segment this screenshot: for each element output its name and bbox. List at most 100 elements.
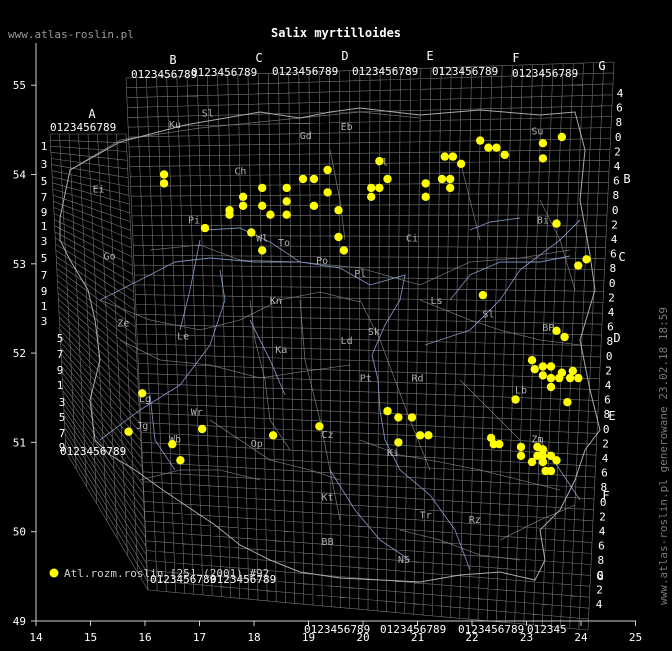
grid-digits: 0123456789: [352, 65, 418, 78]
occurrence-point[interactable]: [176, 456, 185, 465]
occurrence-point[interactable]: [339, 246, 349, 255]
occurrence-point[interactable]: [138, 389, 147, 398]
occurrence-point[interactable]: [198, 424, 207, 434]
occurrence-point[interactable]: [511, 395, 520, 404]
occurrence-point[interactable]: [367, 183, 376, 193]
occurrence-point[interactable]: [124, 427, 133, 436]
occurrence-point[interactable]: [200, 223, 210, 233]
occurrence-point[interactable]: [168, 440, 177, 449]
occurrence-point[interactable]: [516, 451, 526, 460]
grid-digit: 4: [617, 87, 624, 100]
occurrence-point[interactable]: [495, 440, 504, 449]
occurrence-point[interactable]: [407, 413, 417, 422]
occurrence-point[interactable]: [546, 466, 556, 476]
occurrence-point[interactable]: [383, 406, 392, 416]
region-label: Sl: [482, 309, 494, 320]
occurrence-point[interactable]: [546, 362, 556, 371]
occurrence-point[interactable]: [568, 366, 577, 376]
occurrence-point[interactable]: [375, 156, 384, 166]
occurrence-point[interactable]: [538, 362, 548, 371]
occurrence-point[interactable]: [323, 165, 332, 175]
occurrence-point[interactable]: [315, 422, 324, 431]
y-tick-label: 55: [13, 79, 26, 92]
occurrence-point[interactable]: [323, 188, 332, 197]
occurrence-point[interactable]: [552, 456, 561, 465]
occurrence-point[interactable]: [446, 174, 455, 184]
occurrence-point[interactable]: [258, 183, 267, 193]
occurrence-point[interactable]: [298, 174, 308, 184]
occurrence-point[interactable]: [225, 206, 234, 215]
occurrence-point[interactable]: [516, 442, 526, 452]
occurrence-point[interactable]: [238, 201, 248, 210]
occurrence-point[interactable]: [282, 210, 291, 219]
occurrence-point[interactable]: [282, 197, 291, 206]
occurrence-point[interactable]: [334, 232, 343, 242]
occurrence-point[interactable]: [538, 154, 548, 163]
occurrence-point[interactable]: [538, 451, 548, 460]
occurrence-point[interactable]: [500, 150, 509, 160]
legend-marker: [49, 568, 59, 578]
grid-digit: 9: [41, 285, 48, 298]
grid-digits: 0123456789: [50, 121, 116, 134]
region-label: Ci: [406, 233, 418, 244]
occurrence-point[interactable]: [394, 413, 403, 422]
occurrence-point[interactable]: [527, 356, 537, 365]
map-title: Salix myrtilloides: [271, 26, 401, 40]
occurrence-point[interactable]: [538, 139, 548, 148]
occurrence-point[interactable]: [484, 143, 493, 152]
occurrence-point[interactable]: [421, 192, 430, 201]
occurrence-point[interactable]: [560, 332, 569, 342]
occurrence-point[interactable]: [440, 152, 449, 161]
grid-digit: 0: [612, 204, 619, 217]
occurrence-point[interactable]: [448, 152, 458, 161]
occurrence-point[interactable]: [478, 290, 488, 300]
occurrence-point[interactable]: [159, 170, 169, 179]
occurrence-point[interactable]: [546, 373, 556, 383]
y-tick-label: 50: [13, 526, 26, 539]
site-url[interactable]: www.atlas-roslin.pl: [8, 28, 134, 41]
occurrence-point[interactable]: [437, 174, 447, 184]
occurrence-point[interactable]: [552, 219, 561, 228]
grid-digit: 3: [59, 396, 66, 409]
occurrence-point[interactable]: [416, 431, 425, 440]
occurrence-point[interactable]: [476, 136, 485, 145]
occurrence-point[interactable]: [238, 192, 248, 201]
x-tick-label: 19: [302, 631, 315, 644]
occurrence-point[interactable]: [309, 174, 319, 184]
occurrence-point[interactable]: [552, 326, 561, 335]
occurrence-point[interactable]: [421, 179, 430, 188]
occurrence-point[interactable]: [266, 210, 275, 219]
occurrence-point[interactable]: [394, 438, 403, 447]
occurrence-point[interactable]: [247, 228, 256, 237]
occurrence-point[interactable]: [258, 246, 267, 255]
occurrence-point[interactable]: [492, 143, 501, 152]
occurrence-point[interactable]: [424, 431, 433, 440]
occurrence-point[interactable]: [334, 206, 343, 215]
occurrence-point[interactable]: [557, 368, 567, 377]
occurrence-point[interactable]: [282, 183, 291, 193]
occurrence-point[interactable]: [538, 371, 548, 380]
occurrence-point[interactable]: [557, 132, 567, 142]
occurrence-point[interactable]: [456, 159, 466, 168]
grid-digit: 3: [41, 158, 48, 171]
grid-digit: 6: [598, 540, 605, 553]
occurrence-point[interactable]: [159, 179, 169, 188]
occurrence-point[interactable]: [530, 365, 539, 374]
occurrence-point[interactable]: [367, 192, 376, 201]
x-tick-label: 24: [574, 631, 588, 644]
occurrence-point[interactable]: [574, 261, 583, 270]
occurrence-point[interactable]: [563, 398, 572, 407]
occurrence-point[interactable]: [574, 373, 583, 383]
region-label: Rz: [469, 515, 481, 526]
occurrence-point[interactable]: [258, 201, 267, 210]
occurrence-point[interactable]: [375, 183, 384, 193]
occurrence-point[interactable]: [309, 201, 319, 210]
occurrence-point[interactable]: [546, 382, 556, 392]
occurrence-point[interactable]: [383, 174, 392, 184]
generated-note: www.atlas-roslin.pl generowane 23.02.18 …: [657, 307, 670, 605]
region-label: Go: [104, 251, 116, 262]
x-tick-label: 17: [193, 631, 206, 644]
occurrence-point[interactable]: [582, 255, 591, 264]
occurrence-point[interactable]: [268, 431, 278, 440]
occurrence-point[interactable]: [446, 183, 455, 193]
